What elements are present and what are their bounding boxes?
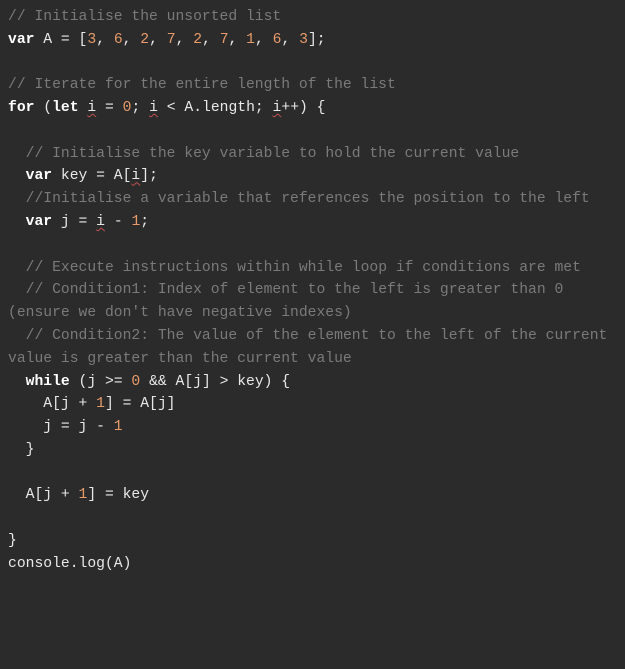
punct: ; [131, 100, 149, 116]
ident: key = A[ [52, 168, 131, 184]
brace: } [8, 442, 34, 458]
number: 1 [131, 214, 140, 230]
comment: // Initialise the unsorted list [8, 9, 281, 25]
number: 2 [193, 32, 202, 48]
ident-console: console [8, 556, 70, 572]
punct: , [96, 32, 114, 48]
ident: (j >= [70, 374, 132, 390]
comment: //Initialise a variable that references … [8, 191, 590, 207]
brace: } [8, 533, 17, 549]
punct: ++) { [281, 100, 325, 116]
punct: ( [34, 100, 52, 116]
punct: ; [140, 214, 149, 230]
number: 7 [167, 32, 176, 48]
ident-i: i [96, 214, 105, 230]
punct: ]; [140, 168, 158, 184]
punct: , [149, 32, 167, 48]
punct: , [123, 32, 141, 48]
punct: , [229, 32, 247, 48]
ident: < A.length; [158, 100, 273, 116]
indent [8, 374, 26, 390]
kw-for: for [8, 100, 34, 116]
ident: A [34, 32, 60, 48]
ident: ] = A[j] [105, 396, 176, 412]
number: 2 [140, 32, 149, 48]
comment: // Execute instructions within while loo… [8, 260, 581, 276]
kw-while: while [26, 374, 70, 390]
punct: , [202, 32, 220, 48]
ident-i: i [149, 100, 158, 116]
indent [8, 214, 26, 230]
punct: ]; [308, 32, 326, 48]
number: 3 [87, 32, 96, 48]
number: 0 [131, 374, 140, 390]
ident: && A[j] > key) { [140, 374, 290, 390]
kw-var: var [8, 32, 34, 48]
ident: A[j + [8, 487, 79, 503]
ident: j = j - [8, 419, 114, 435]
punct: , [281, 32, 299, 48]
number: 6 [114, 32, 123, 48]
punct: , [176, 32, 194, 48]
ident-i: i [87, 100, 96, 116]
number: 3 [299, 32, 308, 48]
code-block: // Initialise the unsorted list var A = … [0, 0, 625, 582]
ident-i: i [131, 168, 140, 184]
comment: // Condition1: Index of element to the l… [8, 282, 572, 321]
kw-let: let [52, 100, 78, 116]
punct: - [105, 214, 131, 230]
punct: , [255, 32, 273, 48]
fn-log: .log(A) [70, 556, 132, 572]
ident: ] = key [87, 487, 149, 503]
ident: A[j + [8, 396, 96, 412]
punct: = [96, 100, 122, 116]
number: 1 [246, 32, 255, 48]
number: 7 [220, 32, 229, 48]
number: 1 [114, 419, 123, 435]
kw-var: var [26, 214, 52, 230]
punct: = [ [61, 32, 87, 48]
indent [8, 168, 26, 184]
kw-var: var [26, 168, 52, 184]
comment: // Initialise the key variable to hold t… [8, 146, 519, 162]
comment: // Iterate for the entire length of the … [8, 77, 396, 93]
comment: // Condition2: The value of the element … [8, 328, 616, 367]
number: 1 [96, 396, 105, 412]
ident: j = [52, 214, 96, 230]
